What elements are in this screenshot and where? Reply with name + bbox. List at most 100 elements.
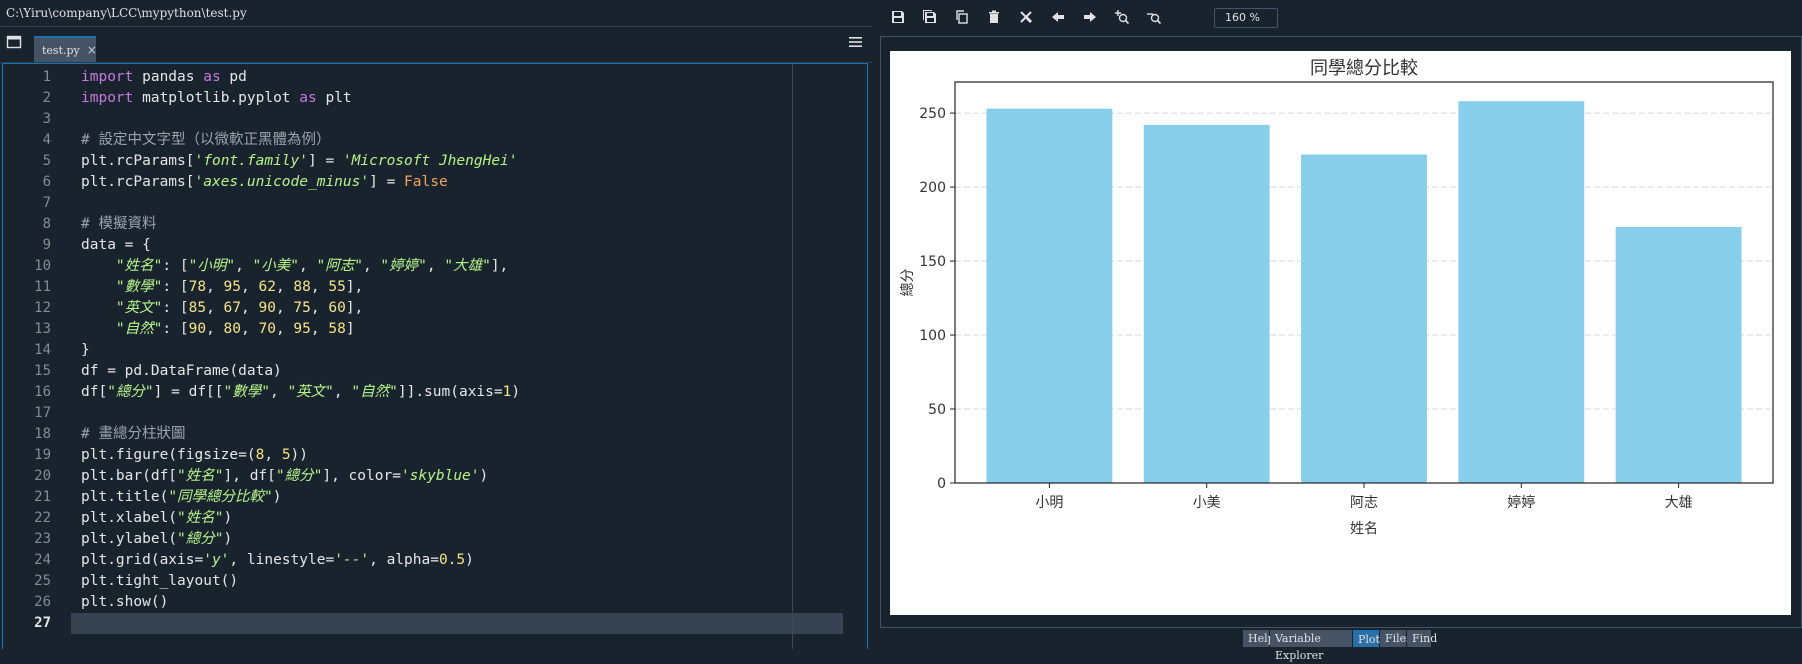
code-token: ] = — [369, 174, 405, 190]
code-token: plt.xlabel( — [81, 510, 178, 526]
code-token: , — [206, 279, 224, 295]
line-number: 25 — [34, 573, 51, 589]
line-number-gutter: 1 2 3 4 5 6 7 8 9 10 11 12 13 14 15 16 17 18 19 20 21 22 23 24 2… — [3, 64, 67, 649]
x-axis-label: 姓名 — [1350, 521, 1378, 537]
code-token: "小美" — [252, 258, 299, 274]
zoom-level-field[interactable]: 160 % — [1214, 8, 1278, 28]
tab-label: test.py — [42, 43, 80, 57]
plot-viewer[interactable]: 0 50 100 150 200 250 小明 小美 阿志 婷婷 大雄 同學總分比較 姓名 總分 — [880, 36, 1802, 628]
code-token: "英文" — [115, 300, 163, 316]
code-token: "姓名" — [177, 510, 224, 526]
code-token: , — [310, 321, 329, 337]
remove-all-icon[interactable] — [1018, 9, 1034, 25]
line-number: 16 — [34, 384, 51, 400]
bottom-tab-find[interactable]: Find — [1407, 630, 1437, 647]
code-token: , linestyle= — [229, 552, 335, 568]
copy-icon[interactable] — [954, 9, 970, 25]
bar-chart: 0 50 100 150 200 250 小明 小美 阿志 婷婷 大雄 同學總分比較姓名 總分 — [899, 58, 1774, 537]
code-token: 60 — [328, 300, 346, 316]
code-token: 90 — [188, 321, 207, 337]
code-token: # 畫總分柱狀圖 — [81, 426, 186, 442]
bottom-tab-variable-explorer[interactable]: Variable Explorer — [1270, 630, 1352, 662]
code-token: ] = — [308, 153, 343, 169]
line-number: 27 — [34, 615, 51, 631]
trash-icon[interactable] — [986, 9, 1002, 25]
bottom-tab-plots[interactable]: Plots — [1353, 630, 1386, 647]
code-line: # 設定中文字型（以微軟正黑體為例） — [81, 130, 330, 151]
code-token: plt.figure(figsize=( — [81, 447, 256, 463]
code-line: plt.bar(df["姓名"], df["總分"], color='skybl… — [81, 466, 488, 487]
code-text[interactable]: import pandas as pd import matplotlib.pyp… — [81, 64, 867, 649]
x-tick-label: 阿志 — [1350, 495, 1378, 511]
code-token: pd — [220, 69, 247, 85]
y-tick-label: 0 — [937, 476, 946, 492]
code-token: 'axes.unicode_minus' — [194, 174, 370, 190]
bar — [1458, 101, 1585, 484]
zoom-in-icon[interactable] — [1114, 9, 1130, 25]
code-token: "英文" — [287, 384, 334, 400]
arrow-left-icon[interactable] — [1050, 9, 1066, 25]
code-token: ], color= — [322, 468, 401, 484]
bottom-tabs-bar: Help Variable Explorer Plots Files Find — [880, 628, 1802, 662]
code-token: ], — [345, 279, 364, 295]
save-all-icon[interactable] — [922, 9, 938, 25]
code-token: : [ — [162, 300, 189, 316]
y-axis-label: 總分 — [899, 269, 916, 297]
code-token: plt.title( — [81, 489, 169, 505]
plots-pane: 160 % 0 50 100 150 200 250 小明 小美 阿志 婷婷 大雄 同學總分比較 姓名 總… — [880, 0, 1802, 662]
code-token: "數學" — [115, 279, 163, 295]
code-token: "小明" — [188, 258, 236, 274]
code-token: ] = df[[ — [153, 384, 224, 400]
code-token: data = { — [81, 237, 151, 253]
hamburger-menu-icon[interactable] — [849, 37, 862, 47]
line-number: 20 — [34, 468, 51, 484]
browse-tabs-icon[interactable] — [6, 35, 22, 49]
code-editor[interactable]: 1 2 3 4 5 6 7 8 9 10 11 12 13 14 15 16 17 18 19 20 21 22 23 24 2… — [2, 63, 868, 649]
code-token: "數學" — [223, 384, 270, 400]
code-token: "總分" — [177, 531, 224, 547]
code-line: import matplotlib.pyplot as plt — [81, 88, 352, 109]
code-token: import — [81, 69, 134, 85]
line-number: 6 — [42, 174, 51, 190]
code-token: , — [264, 447, 282, 463]
zoom-out-icon[interactable] — [1146, 9, 1162, 25]
line-number: 5 — [42, 153, 51, 169]
line-number: 23 — [34, 531, 51, 547]
tab-test-py[interactable]: test.py × — [34, 36, 97, 62]
code-token: 67 — [223, 300, 241, 316]
code-line: df = pd.DataFrame(data) — [81, 361, 282, 382]
line-number: 14 — [34, 342, 51, 358]
bottom-tab-files[interactable]: Files — [1380, 630, 1412, 647]
line-number: 11 — [34, 279, 51, 295]
code-token: 'Microsoft JhengHei' — [342, 153, 518, 169]
code-token: , — [241, 321, 259, 337]
code-token: ) — [223, 510, 233, 526]
bottom-tab-help[interactable]: Help — [1243, 630, 1275, 647]
line-number: 10 — [34, 258, 51, 274]
x-tick-label: 小明 — [1035, 495, 1063, 511]
pane-splitter[interactable] — [872, 0, 880, 649]
bar — [986, 108, 1113, 483]
code-token: 58 — [328, 321, 346, 337]
line-number: 19 — [34, 447, 51, 463]
y-tick-label: 250 — [919, 106, 946, 122]
code-line: plt.grid(axis='y', linestyle='--', alpha… — [81, 550, 474, 571]
code-line: # 畫總分柱狀圖 — [81, 424, 185, 445]
code-token: # 設定中文字型（以微軟正黑體為例） — [81, 132, 331, 148]
close-tab-icon[interactable]: × — [87, 43, 97, 57]
save-icon[interactable] — [890, 9, 906, 25]
code-token: plt.rcParams[ — [81, 153, 195, 169]
code-token: ) — [223, 531, 233, 547]
code-token: } — [81, 342, 90, 358]
code-token: plt.show() — [81, 594, 169, 610]
line-number: 24 — [34, 552, 51, 568]
code-token: ] — [345, 321, 355, 337]
code-token: : [ — [162, 321, 189, 337]
line-number: 12 — [34, 300, 51, 316]
code-token: , — [235, 258, 253, 274]
arrow-right-icon[interactable] — [1082, 9, 1098, 25]
code-token: 0.5 — [438, 552, 466, 568]
code-line: "自然": [90, 80, 70, 95, 58] — [81, 319, 355, 340]
